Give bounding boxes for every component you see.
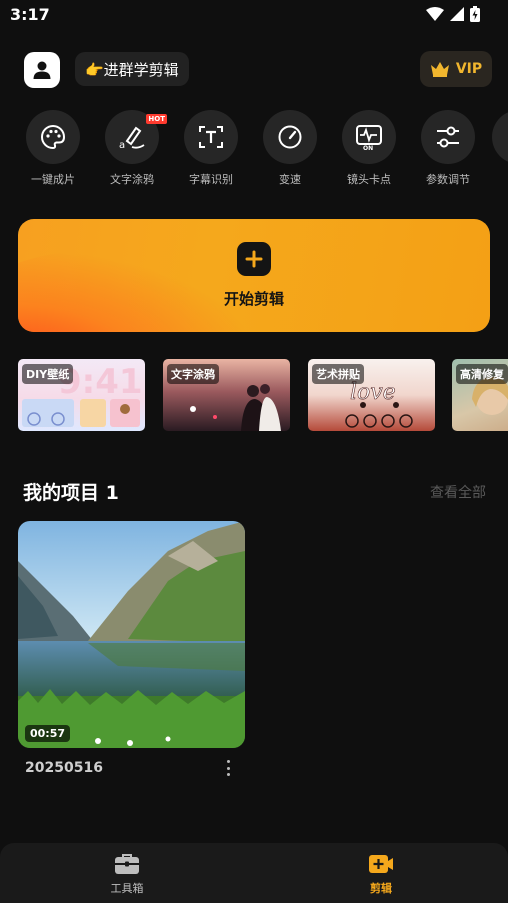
template-row: 9:41 DIY壁纸 文字涂鸦 love 艺术拼贴 高清修复 <box>18 359 508 431</box>
tool-label: 文字涂鸦 <box>110 173 154 186</box>
profile-button[interactable] <box>24 52 60 88</box>
tool-one-click-video[interactable]: 一键成片 <box>18 110 88 187</box>
project-thumbnail <box>18 521 245 748</box>
signal-icon <box>450 7 464 21</box>
template-tag: 艺术拼贴 <box>312 364 364 384</box>
bottom-nav: 工具箱 剪辑 <box>0 843 508 903</box>
join-group-label: 👉进群学剪辑 <box>85 60 179 79</box>
tool-label: 一键成片 <box>31 173 75 186</box>
header: 👉进群学剪辑 VIP <box>0 50 508 88</box>
project-duration: 00:57 <box>25 725 71 742</box>
crown-icon <box>430 62 449 77</box>
tool-label: 参数调节 <box>426 173 470 186</box>
nav-toolbox[interactable]: 工具箱 <box>87 853 167 896</box>
project-card[interactable]: 00:57 <box>18 521 245 748</box>
nav-edit-label: 剪辑 <box>370 882 392 895</box>
tool-more-partial[interactable] <box>492 110 508 164</box>
plus-icon <box>237 242 271 276</box>
join-group-button[interactable]: 👉进群学剪辑 <box>75 52 189 86</box>
beat-sync-icon: ON <box>356 125 382 151</box>
tool-row: 一键成片 a HOT 文字涂鸦 字幕识别 变速 ON 镜头卡点 参数调节 <box>0 110 508 190</box>
user-icon <box>33 61 51 79</box>
template-hd-restore[interactable]: 高清修复 <box>452 359 508 431</box>
start-editing-label: 开始剪辑 <box>223 290 284 308</box>
tool-label: 字幕识别 <box>189 173 233 186</box>
nav-edit[interactable]: 剪辑 <box>341 853 421 896</box>
vip-label: VIP <box>455 61 483 77</box>
tool-text-doodle[interactable]: a HOT 文字涂鸦 <box>97 110 167 187</box>
template-art-collage[interactable]: love 艺术拼贴 <box>308 359 435 431</box>
tool-label: 镜头卡点 <box>347 173 391 186</box>
status-icons <box>426 6 480 22</box>
start-editing-card[interactable]: 开始剪辑 <box>18 219 490 332</box>
sliders-icon <box>437 126 459 148</box>
subtitle-scan-icon <box>199 126 223 148</box>
toolbox-icon <box>115 854 139 874</box>
projects-title: 我的项目 1 <box>23 482 119 504</box>
template-tag: 高清修复 <box>456 364 508 384</box>
project-name: 20250516 <box>25 760 103 776</box>
template-tag: 文字涂鸦 <box>167 364 219 384</box>
project-more-icon[interactable] <box>220 758 236 778</box>
wifi-icon <box>426 7 444 21</box>
tool-label: 变速 <box>279 173 301 186</box>
edit-video-icon <box>369 855 393 873</box>
template-text-doodle[interactable]: 文字涂鸦 <box>163 359 290 431</box>
template-diy-wallpaper[interactable]: 9:41 DIY壁纸 <box>18 359 145 431</box>
tool-parameter-adjust[interactable]: 参数调节 <box>413 110 483 187</box>
hot-badge: HOT <box>146 114 167 124</box>
text-brush-icon: a <box>119 126 145 150</box>
template-tag: DIY壁纸 <box>22 364 74 384</box>
tool-subtitle-recognition[interactable]: 字幕识别 <box>176 110 246 187</box>
see-all-link[interactable]: 查看全部 <box>430 482 486 502</box>
tool-beat-sync[interactable]: ON 镜头卡点 <box>334 110 404 187</box>
beat-sync-on-text: ON <box>363 145 373 151</box>
palette-icon <box>41 124 66 150</box>
battery-icon <box>470 6 480 22</box>
nav-toolbox-label: 工具箱 <box>110 882 144 895</box>
status-bar: 3:17 <box>0 0 508 30</box>
svg-text:a: a <box>119 140 125 150</box>
speed-gauge-icon <box>278 125 302 149</box>
vip-button[interactable]: VIP <box>420 51 492 87</box>
tool-speed[interactable]: 变速 <box>255 110 325 187</box>
status-time: 3:17 <box>10 5 50 24</box>
